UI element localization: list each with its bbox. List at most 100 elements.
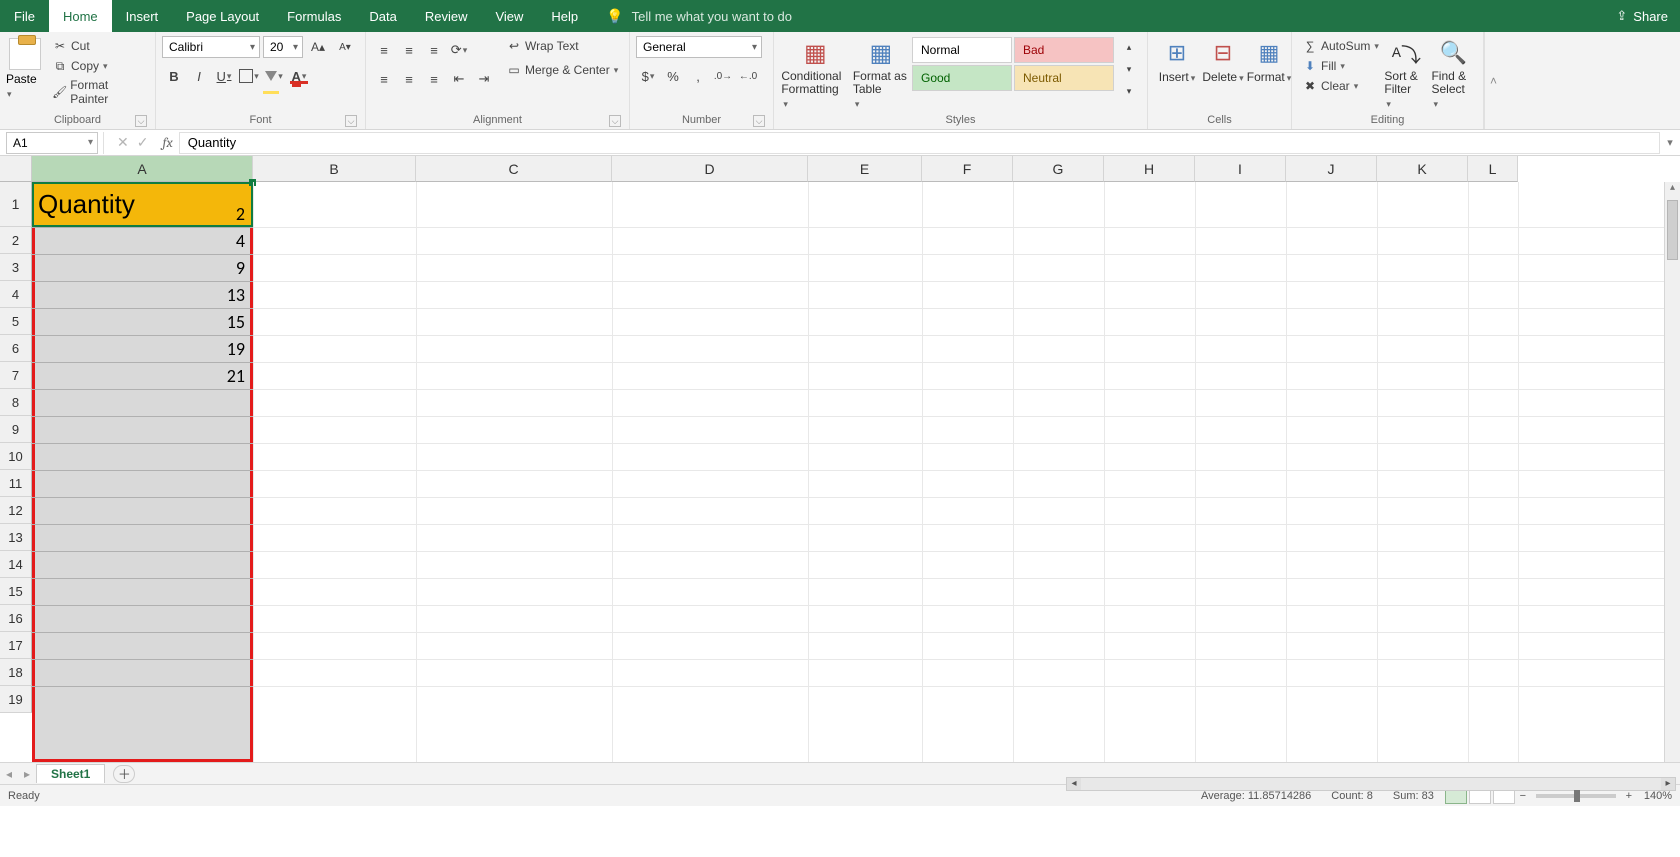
comma-button[interactable]: , <box>686 65 710 87</box>
row-header-3[interactable]: 3 <box>0 254 32 281</box>
hscroll-right-button[interactable]: ▸ <box>1661 778 1675 790</box>
menu-tab-review[interactable]: Review <box>411 0 482 32</box>
select-all-button[interactable] <box>0 156 32 182</box>
style-normal[interactable]: Normal <box>912 37 1012 63</box>
wrap-text-button[interactable]: ↩Wrap Text <box>502 36 622 56</box>
fill-color-button[interactable]: ▾ <box>262 65 286 87</box>
row-header-19[interactable]: 19 <box>0 686 32 713</box>
delete-cells-button[interactable]: ⊟Delete <box>1200 36 1246 86</box>
cell-a7[interactable]: 19 <box>32 335 253 362</box>
shrink-font-button[interactable]: A▾ <box>333 36 357 58</box>
scroll-up-button[interactable]: ▴ <box>1665 182 1680 198</box>
row-header-15[interactable]: 15 <box>0 578 32 605</box>
grow-font-button[interactable]: A▴ <box>306 36 330 58</box>
styles-more[interactable]: ▾ <box>1117 80 1141 102</box>
find-select-button[interactable]: 🔍Find & Select <box>1430 36 1477 112</box>
menu-tab-view[interactable]: View <box>481 0 537 32</box>
row-header-7[interactable]: 7 <box>0 362 32 389</box>
increase-decimal-button[interactable]: .0→ <box>711 65 735 87</box>
font-color-button[interactable]: A▾ <box>287 65 311 87</box>
menu-tab-file[interactable]: File <box>0 0 49 32</box>
row-header-18[interactable]: 18 <box>0 659 32 686</box>
column-header-L[interactable]: L <box>1468 156 1518 182</box>
column-header-J[interactable]: J <box>1286 156 1377 182</box>
formula-input[interactable]: Quantity <box>179 132 1660 154</box>
fx-icon[interactable]: fx <box>156 134 178 151</box>
autosum-button[interactable]: ∑AutoSum▾ <box>1298 36 1383 56</box>
italic-button[interactable]: I <box>187 65 211 87</box>
column-header-I[interactable]: I <box>1195 156 1286 182</box>
cells-area[interactable]: Quantity 24913151921 <box>32 182 1680 762</box>
align-bottom-button[interactable]: ≡ <box>422 39 446 61</box>
clear-button[interactable]: ✖Clear▾ <box>1298 76 1383 96</box>
align-top-button[interactable]: ≡ <box>372 39 396 61</box>
row-header-14[interactable]: 14 <box>0 551 32 578</box>
row-header-10[interactable]: 10 <box>0 443 32 470</box>
conditional-formatting-button[interactable]: ▦ Conditional Formatting <box>780 36 851 112</box>
orientation-button[interactable]: ⟳▾ <box>447 39 471 61</box>
accounting-format-button[interactable]: $▾ <box>636 65 660 87</box>
cell-a3[interactable]: 4 <box>32 227 253 254</box>
cell-a6[interactable]: 15 <box>32 308 253 335</box>
column-header-D[interactable]: D <box>612 156 808 182</box>
align-center-button[interactable]: ≡ <box>397 68 421 90</box>
zoom-slider[interactable] <box>1536 794 1616 798</box>
font-launcher[interactable]: ⌵ <box>345 115 357 127</box>
sheet-tab-active[interactable]: Sheet1 <box>36 764 105 783</box>
style-good[interactable]: Good <box>912 65 1012 91</box>
row-header-8[interactable]: 8 <box>0 389 32 416</box>
align-right-button[interactable]: ≡ <box>422 68 446 90</box>
zoom-out-button[interactable]: − <box>1516 790 1530 802</box>
share-button[interactable]: ⇪ Share <box>1604 8 1680 24</box>
row-header-16[interactable]: 16 <box>0 605 32 632</box>
sort-filter-button[interactable]: ᴬ⤵Sort & Filter <box>1383 36 1430 112</box>
vertical-scrollbar[interactable]: ▴ <box>1664 182 1680 762</box>
enter-formula-icon[interactable]: ✓ <box>137 134 149 151</box>
row-header-6[interactable]: 6 <box>0 335 32 362</box>
menu-tab-formulas[interactable]: Formulas <box>273 0 355 32</box>
sheet-nav-prev[interactable]: ◂ <box>0 767 18 781</box>
align-left-button[interactable]: ≡ <box>372 68 396 90</box>
column-header-C[interactable]: C <box>416 156 612 182</box>
paste-button[interactable]: Paste ▾ <box>6 36 44 100</box>
zoom-level[interactable]: 140% <box>1644 790 1672 802</box>
menu-tab-data[interactable]: Data <box>355 0 410 32</box>
style-bad[interactable]: Bad <box>1014 37 1114 63</box>
row-header-2[interactable]: 2 <box>0 227 32 254</box>
row-header-11[interactable]: 11 <box>0 470 32 497</box>
cell-a4[interactable]: 9 <box>32 254 253 281</box>
column-header-B[interactable]: B <box>253 156 416 182</box>
insert-cells-button[interactable]: ⊞Insert <box>1154 36 1200 86</box>
zoom-thumb[interactable] <box>1574 790 1580 802</box>
sheet-nav-next[interactable]: ▸ <box>18 767 36 781</box>
alignment-launcher[interactable]: ⌵ <box>609 115 621 127</box>
number-format-select[interactable]: General <box>636 36 762 58</box>
align-middle-button[interactable]: ≡ <box>397 39 421 61</box>
menu-tab-help[interactable]: Help <box>537 0 592 32</box>
cancel-formula-icon[interactable]: ✕ <box>117 134 129 151</box>
column-header-H[interactable]: H <box>1104 156 1195 182</box>
menu-tab-home[interactable]: Home <box>49 0 112 32</box>
format-painter-button[interactable]: 🖌Format Painter <box>48 76 149 108</box>
row-header-12[interactable]: 12 <box>0 497 32 524</box>
row-header-9[interactable]: 9 <box>0 416 32 443</box>
cell-a8[interactable]: 21 <box>32 362 253 389</box>
column-header-A[interactable]: A <box>32 156 253 182</box>
new-sheet-button[interactable]: ＋ <box>113 765 135 783</box>
column-header-E[interactable]: E <box>808 156 922 182</box>
horizontal-scrollbar[interactable]: ◂ ▸ <box>1066 777 1676 791</box>
decrease-indent-button[interactable]: ⇤ <box>447 68 471 90</box>
increase-indent-button[interactable]: ⇥ <box>472 68 496 90</box>
styles-scroll-up[interactable]: ▴ <box>1117 36 1141 58</box>
percent-button[interactable]: % <box>661 65 685 87</box>
row-header-5[interactable]: 5 <box>0 308 32 335</box>
row-header-1[interactable]: 1 <box>0 182 32 227</box>
column-header-G[interactable]: G <box>1013 156 1104 182</box>
zoom-in-button[interactable]: + <box>1622 790 1636 802</box>
font-name-select[interactable]: Calibri <box>162 36 260 58</box>
cell-a5[interactable]: 13 <box>32 281 253 308</box>
scroll-thumb[interactable] <box>1667 200 1678 260</box>
bold-button[interactable]: B <box>162 65 186 87</box>
border-button[interactable]: ▾ <box>237 65 261 87</box>
name-box[interactable]: A1 <box>6 132 98 154</box>
